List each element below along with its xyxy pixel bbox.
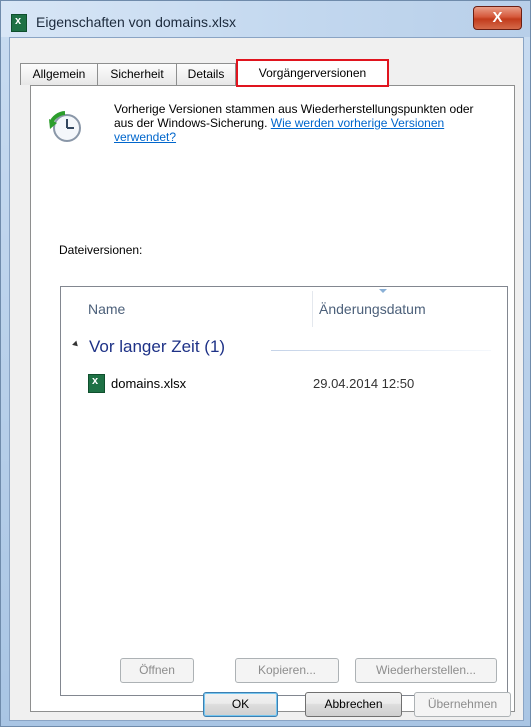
info-description: Vorherige Versionen stammen aus Wiederhe… [114, 102, 474, 144]
open-button[interactable]: Öffnen [120, 658, 194, 683]
cancel-label: Abbrechen [324, 697, 383, 711]
copy-label: Kopieren... [257, 663, 317, 677]
collapse-triangle-icon[interactable] [72, 340, 80, 349]
copy-button[interactable]: Kopieren... [235, 658, 339, 683]
excel-file-icon [11, 14, 27, 32]
restore-button[interactable]: Wiederherstellen... [355, 658, 497, 683]
file-versions-label: Dateiversionen: [59, 243, 143, 257]
sort-arrow-icon [379, 289, 387, 293]
column-header-date[interactable]: Änderungsdatum [319, 301, 426, 317]
group-divider [271, 350, 491, 351]
tab-panel: Vorherige Versionen stammen aus Wiederhe… [30, 85, 515, 712]
column-separator[interactable] [312, 291, 313, 327]
group-header[interactable]: Vor langer Zeit (1) [89, 337, 225, 357]
versions-list[interactable]: Name Änderungsdatum Vor langer Zeit (1) … [60, 286, 508, 696]
tab-allgemein[interactable]: Allgemein [20, 63, 98, 85]
apply-button[interactable]: Übernehmen [414, 692, 511, 717]
tab-details[interactable]: Details [176, 63, 236, 85]
title-bar[interactable]: Eigenschaften von domains.xlsx X [1, 1, 530, 37]
open-label: Öffnen [139, 663, 175, 677]
excel-file-icon [88, 374, 105, 393]
window-title: Eigenschaften von domains.xlsx [36, 14, 236, 30]
apply-label: Übernehmen [427, 697, 498, 711]
properties-window: Eigenschaften von domains.xlsx X Allgeme… [0, 0, 531, 727]
dialog-client-area: Allgemein Sicherheit Details Vorgängerve… [9, 37, 524, 721]
file-name: domains.xlsx [111, 376, 187, 391]
file-date: 29.04.2014 12:50 [313, 376, 415, 391]
tab-sicherheit[interactable]: Sicherheit [97, 63, 177, 85]
restore-label: Wiederherstellen... [375, 663, 477, 677]
ok-button[interactable]: OK [203, 692, 278, 717]
close-button[interactable]: X [473, 6, 522, 30]
cancel-button[interactable]: Abbrechen [305, 692, 402, 717]
tab-vorgaengerversionen[interactable]: Vorgängerversionen [236, 59, 389, 87]
column-header-name[interactable]: Name [88, 301, 125, 317]
restore-clock-icon [49, 111, 81, 142]
ok-label: OK [231, 697, 250, 711]
